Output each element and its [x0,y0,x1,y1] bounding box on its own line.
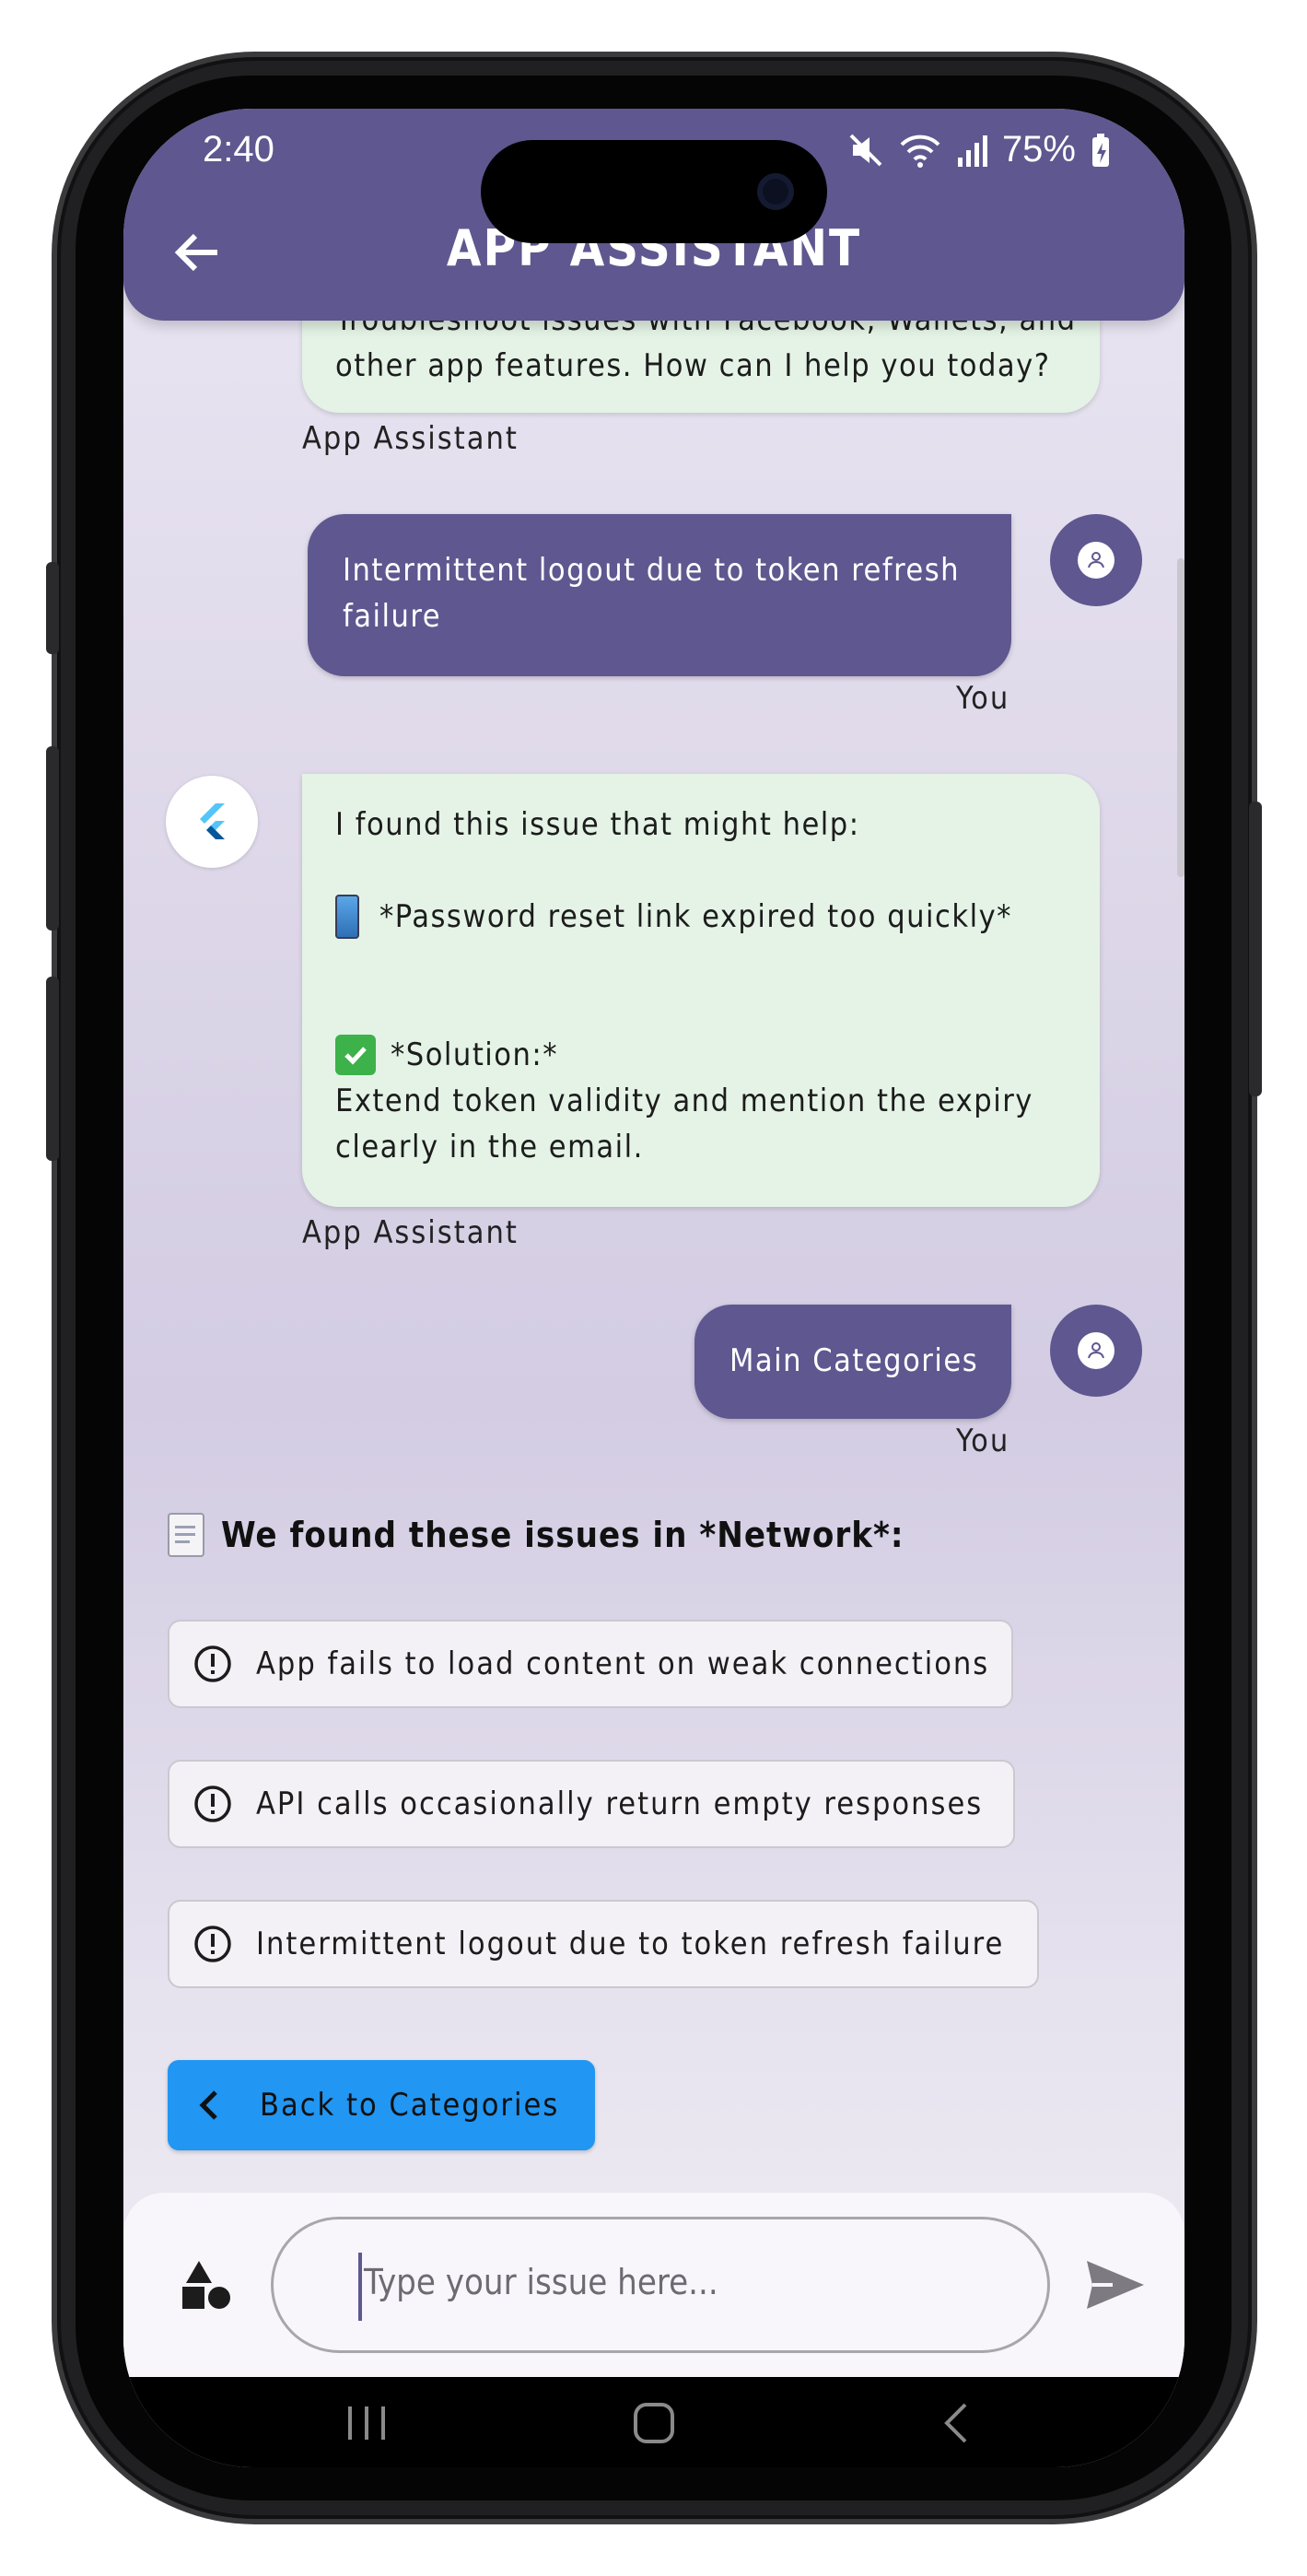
issue-item[interactable]: API calls occasionally return empty resp… [168,1760,1015,1848]
bot-message-solution-line: clearly in the email. [335,1129,644,1165]
bot-message-issue: *Password reset link expired too quickly… [379,898,1012,935]
phone-side-button [46,562,59,654]
user-message-bubble: Intermittent logout due to token refresh… [308,514,1011,676]
signal-icon [957,135,987,167]
flutter-logo-avatar [166,776,258,868]
front-camera [757,173,794,210]
user-avatar [1050,514,1142,606]
issue-item-label: API calls occasionally return empty resp… [256,1786,984,1822]
recent-apps-icon[interactable] [344,2403,389,2443]
issues-heading-row: We found these issues in *Network*: [168,1513,904,1557]
status-icons: 75% [847,129,1111,170]
bot-message-line: other app features. How can I help you t… [335,347,1051,384]
phone-icon [335,895,359,939]
camera-cutout [481,140,827,243]
user-message-line: Intermittent logout due to token refresh [343,552,961,589]
home-icon[interactable] [632,2401,676,2445]
issue-item-label: Intermittent logout due to token refresh… [256,1926,1005,1962]
person-icon [1078,1332,1114,1369]
bot-message-solution-line: Extend token validity and mention the ex… [335,1083,1033,1119]
message-input[interactable]: Type your issue here... [271,2217,1050,2353]
send-icon[interactable] [1085,2259,1146,2311]
user-message-line: failure [343,598,442,635]
scrollbar[interactable] [1177,558,1184,877]
issue-item[interactable]: Intermittent logout due to token refresh… [168,1900,1039,1988]
back-to-categories-button[interactable]: Back to Categories [168,2060,595,2150]
sender-label: App Assistant [302,420,519,457]
user-avatar [1050,1305,1142,1397]
battery-percent: 75% [1001,129,1076,170]
flutter-icon [200,803,225,839]
back-to-categories-label: Back to Categories [260,2087,560,2124]
sender-label: You [956,680,1010,717]
system-nav-bar [123,2377,1184,2467]
phone-side-button [46,977,59,1161]
phone-side-button [1249,802,1262,1096]
issues-heading: We found these issues in *Network*: [221,1515,904,1555]
document-icon [168,1513,204,1557]
alert-circle-icon [194,1786,231,1822]
wifi-icon [900,135,940,168]
message-input-placeholder: Type your issue here... [364,2262,718,2302]
app-screen: Troubleshoot issues with Facebook, Walle… [123,109,1184,2467]
sender-label: App Assistant [302,1214,519,1251]
checkmark-icon [335,1035,376,1075]
bot-message-solution-label: *Solution:* [391,1036,559,1073]
sender-label: You [956,1423,1010,1459]
user-message-bubble: Main Categories [694,1305,1011,1419]
message-input-bar: Type your issue here... [123,2193,1184,2377]
bot-message-intro: I found this issue that might help: [335,806,860,843]
user-message-text: Main Categories [729,1342,979,1379]
issue-item[interactable]: App fails to load content on weak connec… [168,1620,1013,1708]
bot-message-issue-row: *Password reset link expired too quickly… [335,894,1012,940]
battery-icon [1092,133,1109,167]
shapes-icon[interactable] [179,2257,234,2313]
alert-circle-icon [194,1926,231,1962]
status-time: 2:40 [203,129,274,170]
back-nav-icon[interactable] [938,2401,974,2445]
bot-message-solution-row: *Solution:* [335,1032,558,1078]
issue-item-label: App fails to load content on weak connec… [256,1645,990,1682]
mute-icon [849,134,882,166]
person-icon [1078,542,1114,579]
phone-side-button [46,746,59,931]
alert-circle-icon [194,1645,231,1682]
chevron-left-icon [199,2090,217,2120]
text-cursor [358,2253,362,2321]
bot-message-bubble: I found this issue that might help: *Pas… [302,774,1100,1207]
